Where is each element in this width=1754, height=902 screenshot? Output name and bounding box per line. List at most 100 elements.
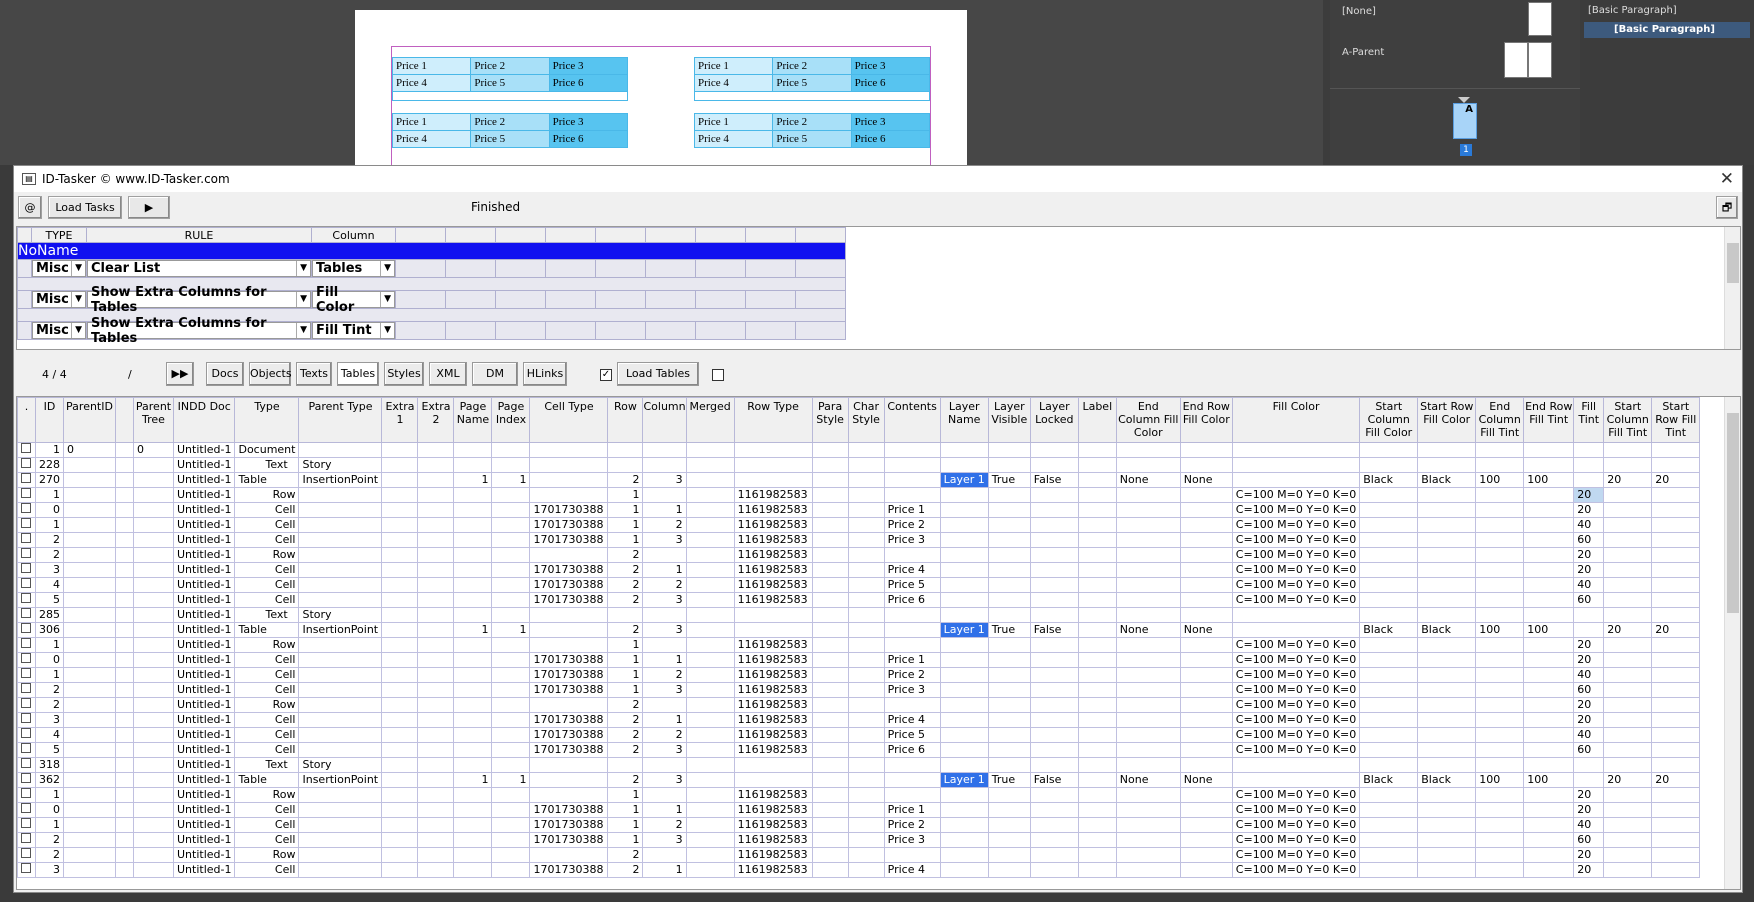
grid-cell[interactable] [1523, 712, 1575, 728]
grid-cell[interactable] [1179, 817, 1233, 833]
grid-cell[interactable] [1475, 502, 1525, 518]
grid-cell[interactable]: Price 6 [883, 742, 941, 758]
style-item[interactable]: [Basic Paragraph] [1588, 5, 1677, 16]
row-checkbox-cell[interactable] [17, 667, 36, 683]
rule-cell[interactable] [745, 290, 796, 309]
grid-cell[interactable] [1115, 487, 1181, 503]
grid-cell[interactable] [298, 577, 383, 593]
grid-cell[interactable] [491, 607, 531, 623]
grid-cell[interactable] [529, 547, 609, 563]
grid-cell[interactable] [1077, 832, 1117, 848]
grid-cell[interactable] [811, 592, 849, 608]
grid-cell[interactable] [939, 802, 989, 818]
grid-cell[interactable] [685, 682, 735, 698]
grid-cell[interactable] [133, 577, 174, 593]
grid-cell[interactable]: None [1115, 472, 1181, 488]
grid-cell[interactable] [115, 712, 134, 728]
grid-cell[interactable] [1603, 547, 1653, 563]
grid-cell[interactable]: 1161982583 [733, 532, 813, 548]
grid-cell[interactable] [453, 457, 493, 473]
rule-cell[interactable] [745, 321, 796, 340]
grid-cell[interactable] [1475, 667, 1525, 683]
grid-cell[interactable]: 100 [1475, 622, 1525, 638]
grid-cell[interactable] [133, 712, 174, 728]
grid-cell[interactable] [1475, 682, 1525, 698]
grid-cell[interactable]: 1 [642, 652, 687, 668]
grid-cell[interactable] [811, 787, 849, 803]
grid-cell[interactable] [1359, 727, 1419, 743]
grid-cell[interactable]: 1161982583 [733, 802, 813, 818]
grid-cell[interactable] [685, 607, 735, 623]
grid-cell[interactable]: C=100 M=0 Y=0 K=0 [1231, 592, 1361, 608]
grid-cell[interactable] [417, 637, 455, 653]
grid-cell[interactable]: Untitled-1 [172, 487, 236, 503]
grid-cell[interactable] [1603, 847, 1653, 863]
grid-col-header[interactable]: End Column Fill Tint [1475, 397, 1525, 443]
grid-cell[interactable]: Price 4 [883, 862, 941, 878]
grid-cell[interactable]: Black [1359, 622, 1419, 638]
grid-cell[interactable] [1603, 787, 1653, 803]
grid-cell[interactable] [1475, 637, 1525, 653]
grid-cell[interactable] [1603, 742, 1653, 758]
grid-cell[interactable] [1603, 712, 1653, 728]
grid-cell[interactable]: 2 [607, 742, 644, 758]
grid-cell[interactable]: Untitled-1 [172, 757, 236, 773]
grid-cell[interactable] [1651, 592, 1701, 608]
row-checkbox[interactable] [21, 683, 31, 693]
grid-cell[interactable] [115, 817, 134, 833]
grid-cell[interactable]: 1 [453, 622, 493, 638]
grid-cell[interactable] [1359, 652, 1419, 668]
grid-cell[interactable] [642, 787, 687, 803]
grid-cell[interactable] [883, 547, 941, 563]
grid-cell[interactable] [491, 757, 531, 773]
table-row[interactable]: 1 Untitled-1 Cell 1701730388 1 2 1161982583 Pri… [17, 817, 1701, 833]
rule-type-select[interactable]: Misc ▼ [32, 291, 86, 308]
grid-cell[interactable] [453, 577, 493, 593]
grid-cell[interactable] [1115, 517, 1181, 533]
grid-cell[interactable] [987, 802, 1031, 818]
grid-cell[interactable]: Price 3 [883, 832, 941, 848]
grid-cell[interactable] [1115, 802, 1181, 818]
grid-cell[interactable] [811, 667, 849, 683]
row-checkbox-cell[interactable] [17, 457, 36, 473]
grid-cell[interactable]: 20 [1603, 772, 1653, 788]
row-checkbox-cell[interactable] [17, 532, 36, 548]
grid-cell[interactable] [1475, 712, 1525, 728]
grid-cell[interactable] [115, 517, 134, 533]
grid-cell[interactable]: 1 [453, 472, 493, 488]
table-row[interactable]: 1 0 0 Untitled-1 Document [17, 442, 1701, 458]
grid-cell[interactable] [642, 637, 687, 653]
grid-cell[interactable]: 1161982583 [733, 637, 813, 653]
grid-cell[interactable]: 3 [642, 742, 687, 758]
grid-cell[interactable] [847, 697, 885, 713]
grid-cell[interactable]: True [987, 622, 1031, 638]
grid-cell[interactable] [939, 667, 989, 683]
grid-cell[interactable] [685, 832, 735, 848]
grid-cell[interactable] [1115, 577, 1181, 593]
grid-cell[interactable] [811, 772, 849, 788]
grid-cell[interactable] [987, 757, 1031, 773]
grid-cell[interactable]: Row [234, 637, 300, 653]
rule-select[interactable]: Show Extra Columns for Tables ▼ [87, 316, 311, 346]
grid-cell[interactable] [883, 442, 941, 458]
grid-cell[interactable]: 1 [607, 517, 644, 533]
grid-cell[interactable] [381, 562, 419, 578]
row-checkbox[interactable] [21, 803, 31, 813]
grid-cell[interactable]: 100 [1523, 772, 1575, 788]
grid-cell[interactable]: Cell [234, 712, 300, 728]
grid-cell[interactable]: 2 [35, 682, 64, 698]
grid-cell[interactable]: Black [1359, 472, 1419, 488]
grid-cell[interactable]: C=100 M=0 Y=0 K=0 [1231, 787, 1361, 803]
grid-cell[interactable] [1179, 532, 1233, 548]
tab-tables[interactable]: Tables [337, 362, 379, 386]
grid-cell[interactable] [133, 532, 174, 548]
grid-col-header[interactable]: . [17, 397, 36, 443]
grid-cell[interactable] [1603, 577, 1653, 593]
grid-cell[interactable] [381, 457, 419, 473]
grid-col-header[interactable]: Cell Type [529, 397, 609, 443]
grid-cell[interactable] [1359, 802, 1419, 818]
grid-cell[interactable] [298, 442, 383, 458]
grid-cell[interactable]: 1161982583 [733, 652, 813, 668]
grid-cell[interactable]: 3 [35, 712, 64, 728]
grid-cell[interactable] [1077, 442, 1117, 458]
